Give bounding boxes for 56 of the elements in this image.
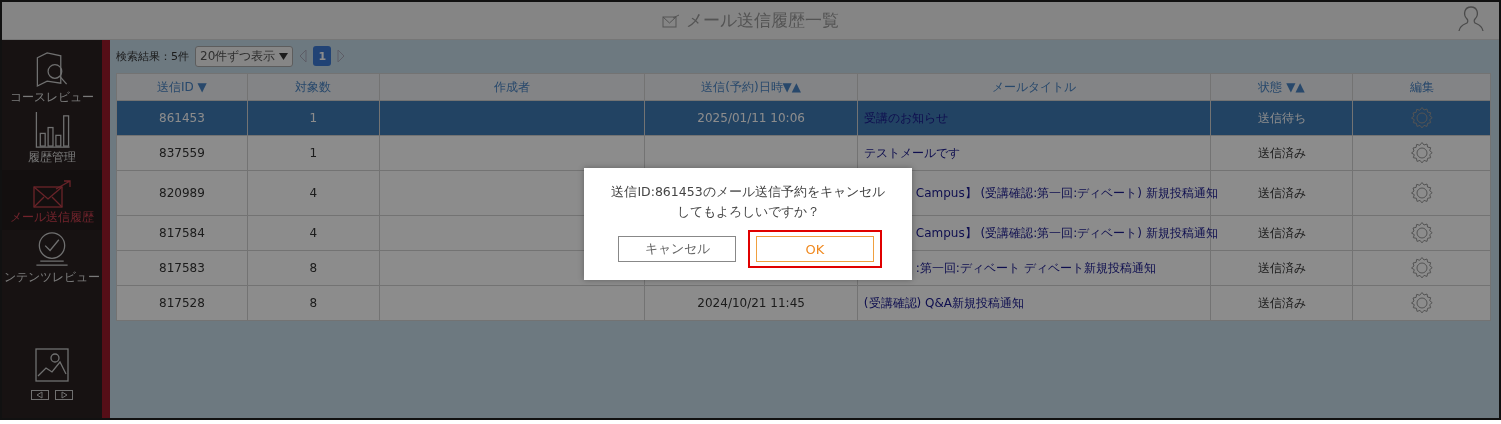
column-header[interactable]: メールタイトル	[857, 73, 1211, 101]
table-row[interactable]: 817528 8 2024/10/21 11:45 (受講確認) Q&A新規投稿通知 送信済み	[116, 285, 1491, 321]
settings-icon[interactable]	[1409, 181, 1434, 205]
mail-title-link[interactable]: Campus】 (受講確認:第一回:ディベート) 新規投稿通知	[915, 225, 1218, 240]
table-cell: 送信待ち	[1257, 110, 1306, 125]
table-cell: 1	[309, 146, 318, 160]
table-cell: 817584	[159, 226, 205, 240]
column-header[interactable]: 送信ID ▼	[116, 73, 248, 101]
table-cell: 861453	[159, 111, 205, 125]
table-cell: 2025/01/11 10:06	[697, 111, 805, 125]
cancel-button[interactable]: キャンセル	[618, 236, 736, 262]
table-cell: 817528	[159, 296, 205, 310]
sidebar-item[interactable]: コースレビュー	[2, 50, 102, 110]
image-icon[interactable]	[35, 348, 69, 382]
table-cell: 837559	[159, 146, 205, 160]
table-cell: 送信済み	[1257, 260, 1306, 275]
sidebar-item[interactable]: ンテンツレビュー	[2, 230, 102, 290]
settings-icon[interactable]	[1409, 256, 1434, 280]
mail-title-link[interactable]: (受講確認) Q&A新規投稿通知	[863, 295, 1025, 310]
table-cell: 820989	[159, 186, 205, 200]
table-row[interactable]: 837559 1 テストメールです 送信済み	[116, 135, 1491, 171]
next-page-icon[interactable]	[337, 49, 346, 63]
previous-page-icon[interactable]	[299, 49, 308, 63]
column-header[interactable]: 作成者	[379, 73, 645, 101]
column-header[interactable]: 編集	[1352, 73, 1491, 101]
table-cell: 送信済み	[1257, 225, 1306, 240]
table-cell: 8	[309, 261, 318, 275]
table-cell: 8	[309, 296, 318, 310]
column-header[interactable]: 状態 ▼▲	[1210, 73, 1353, 101]
settings-icon[interactable]	[1409, 106, 1434, 130]
previous-icon[interactable]	[31, 390, 49, 400]
table-cell: 送信済み	[1257, 185, 1306, 200]
ok-button[interactable]: OK	[756, 236, 874, 262]
mail-icon	[32, 179, 72, 209]
column-header[interactable]: 送信(予約)日時▼▲	[644, 73, 858, 101]
table-cell: 送信済み	[1257, 145, 1306, 160]
settings-icon[interactable]	[1409, 291, 1434, 315]
column-header[interactable]: 対象数	[247, 73, 380, 101]
table-cell: 送信済み	[1257, 295, 1306, 310]
sidebar-item[interactable]: 履歴管理	[2, 110, 102, 170]
mail-icon	[662, 13, 680, 28]
settings-icon[interactable]	[1409, 221, 1434, 245]
table-cell: 4	[309, 186, 318, 200]
next-icon[interactable]	[55, 390, 73, 400]
table-cell: 2024/10/21 11:45	[697, 296, 805, 310]
table-cell: 1	[309, 111, 318, 125]
per-page-select[interactable]: 20件ずつ表示	[195, 45, 294, 67]
caret-icon	[279, 52, 289, 60]
table-cell: 4	[309, 226, 318, 240]
page-button[interactable]: 1	[313, 46, 332, 66]
table-cell: 817583	[159, 261, 205, 275]
settings-icon[interactable]	[1409, 141, 1434, 165]
mail-title-link[interactable]: Campus】 (受講確認:第一回:ディベート) 新規投稿通知	[915, 185, 1218, 200]
user-icon[interactable]	[1457, 6, 1485, 32]
mail-title-link[interactable]: テストメールです	[863, 145, 960, 160]
result-count: 検索結果：5件	[116, 48, 189, 64]
